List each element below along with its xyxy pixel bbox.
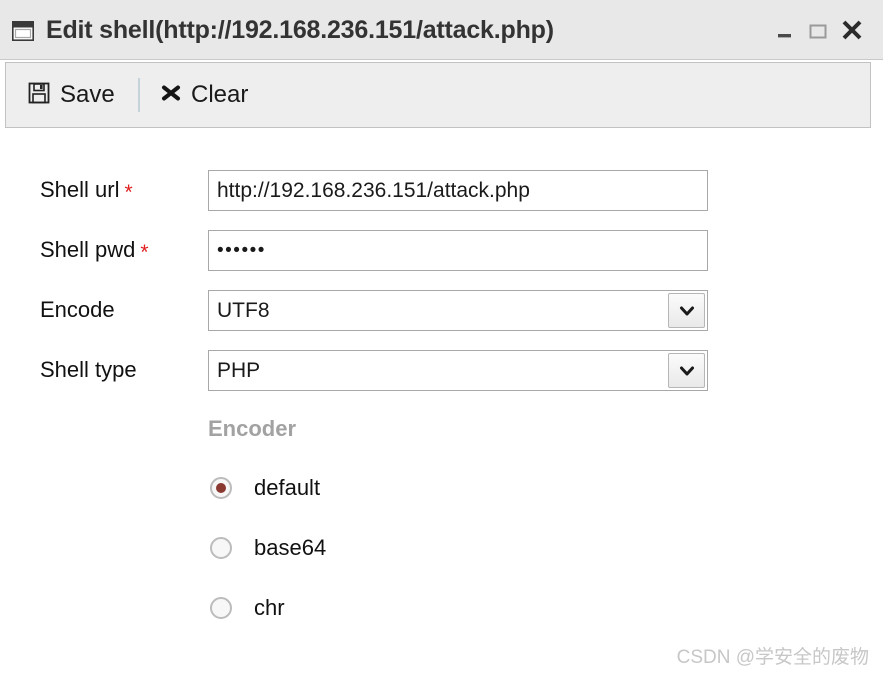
encode-select[interactable]: UTF8 bbox=[208, 290, 708, 331]
radio-option-base64[interactable]: base64 bbox=[210, 533, 326, 563]
title-bar: Edit shell(http://192.168.236.151/attack… bbox=[0, 0, 883, 60]
label-encode: Encode bbox=[40, 297, 115, 322]
form-row-shell-type: Shell type PHP bbox=[0, 350, 883, 391]
form-row-shell-pwd: Shell pwd * •••••• bbox=[0, 230, 883, 271]
clear-button-label: Clear bbox=[191, 81, 249, 108]
x-icon bbox=[161, 83, 181, 108]
radio-label-default: default bbox=[254, 475, 321, 500]
shell-url-input[interactable]: http://192.168.236.151/attack.php bbox=[208, 170, 708, 211]
form-row-encode: Encode UTF8 bbox=[0, 290, 883, 331]
radio-label-chr: chr bbox=[254, 595, 285, 620]
label-shell-url: Shell url * bbox=[40, 177, 133, 204]
toolbar: Save Clear bbox=[5, 62, 871, 128]
floppy-disk-icon bbox=[28, 82, 50, 109]
radio-label-base64: base64 bbox=[254, 535, 327, 560]
form-body: Shell url * http://192.168.236.151/attack… bbox=[0, 128, 883, 683]
clear-button[interactable]: Clear bbox=[161, 63, 248, 127]
radio-icon[interactable] bbox=[210, 597, 232, 619]
watermark: CSDN @学安全的废物 bbox=[676, 647, 869, 668]
encode-select-value: UTF8 bbox=[217, 299, 270, 322]
save-button-label: Save bbox=[60, 81, 115, 108]
radio-option-chr[interactable]: chr bbox=[210, 593, 285, 623]
label-shell-pwd: Shell pwd * bbox=[40, 237, 149, 264]
shell-type-select-value: PHP bbox=[217, 359, 261, 382]
minimize-icon[interactable] bbox=[775, 20, 795, 42]
edit-shell-window: Edit shell(http://192.168.236.151/attack… bbox=[0, 0, 883, 683]
required-asterisk: * bbox=[140, 241, 149, 264]
close-icon[interactable] bbox=[840, 16, 864, 44]
radio-option-default[interactable]: default bbox=[210, 473, 320, 503]
window-title: Edit shell(http://192.168.236.151/attack… bbox=[46, 16, 554, 44]
label-shell-type: Shell type bbox=[40, 357, 137, 382]
radio-icon[interactable] bbox=[210, 537, 232, 559]
shell-pwd-input[interactable]: •••••• bbox=[208, 230, 708, 271]
chevron-down-icon[interactable] bbox=[668, 353, 705, 388]
toolbar-separator bbox=[138, 78, 140, 112]
shell-type-select[interactable]: PHP bbox=[208, 350, 708, 391]
form-row-shell-url: Shell url * http://192.168.236.151/attack… bbox=[0, 170, 883, 211]
radio-icon-selected[interactable] bbox=[210, 477, 232, 499]
maximize-icon[interactable] bbox=[808, 20, 828, 42]
window-icon bbox=[11, 20, 35, 42]
chevron-down-icon[interactable] bbox=[668, 293, 705, 328]
required-asterisk: * bbox=[124, 181, 133, 204]
save-button[interactable]: Save bbox=[28, 63, 115, 127]
encoder-group-title: Encoder bbox=[208, 416, 297, 441]
